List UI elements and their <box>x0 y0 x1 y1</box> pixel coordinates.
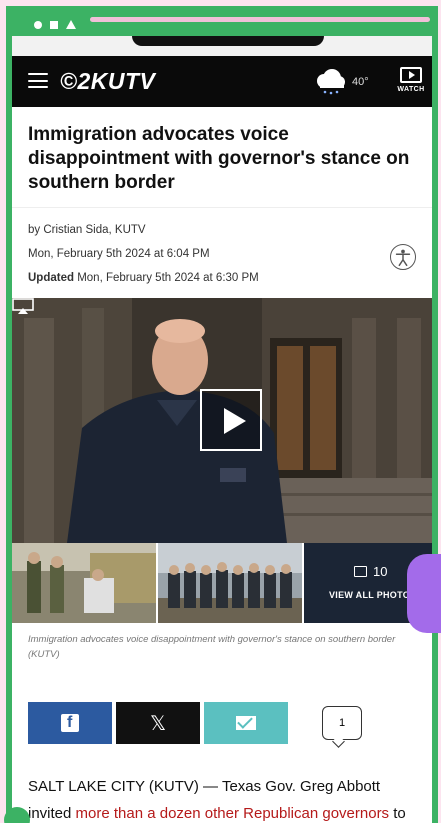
article-byline: by Cristian Sida, KUTV Mon, February 5th… <box>12 208 432 298</box>
status-strip <box>12 36 432 56</box>
x-icon: 𝕏 <box>149 712 167 735</box>
photo-gallery-strip: 10 VIEW ALL PHOTOS <box>12 543 432 623</box>
tv-play-icon <box>400 67 422 83</box>
comment-count: 1 <box>338 717 346 729</box>
updated-value: Mon, February 5th 2024 at 6:30 PM <box>77 272 259 284</box>
published-date: Mon, February 5th 2024 at 6:04 PM <box>28 248 210 260</box>
address-bar[interactable] <box>90 17 430 22</box>
photo-count: 10 <box>354 564 387 579</box>
menu-icon[interactable] <box>28 73 48 88</box>
view-all-label: VIEW ALL PHOTOS <box>329 590 417 600</box>
decorative-purple-shape <box>407 554 441 633</box>
article-body: SALT LAKE CITY (KUTV) — Texas Gov. Greg … <box>12 753 432 823</box>
camera-notch <box>132 36 324 46</box>
video-player[interactable] <box>12 298 432 543</box>
triangle-icon <box>66 20 76 29</box>
photo-count-value: 10 <box>373 564 388 579</box>
site-logo[interactable]: ©2KUTV <box>60 68 155 95</box>
body-link[interactable]: more than a dozen other Republican gover… <box>76 805 390 822</box>
snow-cloud-icon <box>317 69 345 95</box>
facebook-icon <box>61 714 79 732</box>
gallery-thumbnail[interactable] <box>158 543 302 623</box>
article-headline: Immigration advocates voice disappointme… <box>12 107 432 208</box>
square-icon <box>50 20 58 29</box>
photo-caption: Immigration advocates voice disappointme… <box>28 634 396 660</box>
circle-icon <box>34 20 42 29</box>
phone-screen: ©2KUTV 40° WATCH Immigration advocates v… <box>12 36 432 823</box>
email-share-button[interactable] <box>204 702 288 744</box>
gallery-thumbnail[interactable] <box>12 543 156 623</box>
author: by Cristian Sida, KUTV <box>28 224 146 236</box>
envelope-icon <box>236 716 256 730</box>
updated-date: Updated Mon, February 5th 2024 at 6:30 P… <box>28 266 416 290</box>
comments-button[interactable]: 1 <box>322 706 362 740</box>
watch-label: WATCH <box>397 86 425 93</box>
temperature: 40° <box>352 76 369 88</box>
window-controls <box>34 20 76 29</box>
facebook-share-button[interactable] <box>28 702 112 744</box>
x-share-button[interactable]: 𝕏 <box>116 702 200 744</box>
site-header: ©2KUTV 40° WATCH <box>12 56 432 107</box>
accessibility-icon[interactable] <box>390 244 416 270</box>
airplay-icon[interactable] <box>12 298 34 314</box>
updated-label: Updated <box>28 272 74 284</box>
play-button[interactable] <box>200 389 262 451</box>
image-icon <box>354 566 367 577</box>
watch-button[interactable]: WATCH <box>396 67 426 93</box>
share-bar: 𝕏 1 <box>12 693 432 753</box>
